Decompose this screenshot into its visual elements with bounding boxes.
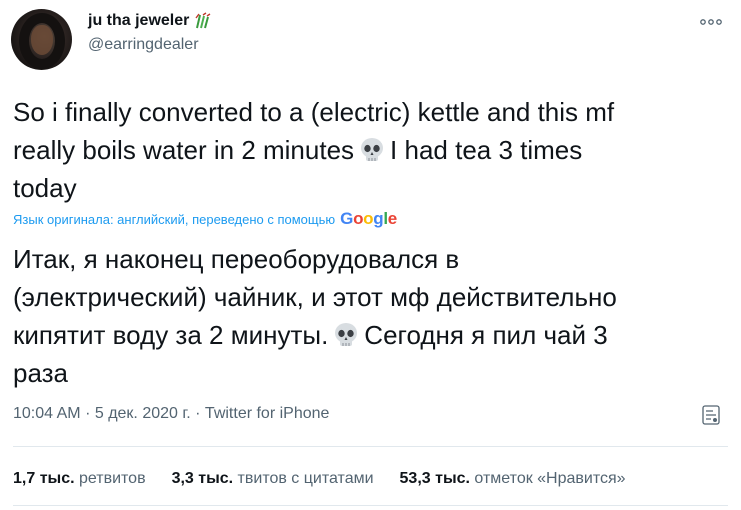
avatar-face-shape	[31, 25, 53, 55]
sparkle-bamboo-emoji-icon	[195, 12, 211, 29]
translated-text-line: Итак, я наконец переоборудовался в	[13, 244, 460, 274]
skull-emoji-icon	[361, 138, 384, 161]
tweet-card: ju tha jeweler @earringdealer So i final…	[0, 0, 741, 510]
likes-label: отметок «Нравится»	[474, 470, 626, 487]
translated-text: Итак, я наконец переоборудовался в (элек…	[13, 240, 728, 392]
analytics-icon[interactable]	[701, 404, 721, 426]
translated-text-line: раза	[13, 358, 69, 388]
divider	[13, 505, 728, 506]
tweet-text-segment: really boils water in 2 minutes	[13, 135, 355, 165]
tweet-source-link[interactable]: Twitter for iPhone	[205, 405, 330, 422]
engagement-stats: 1,7 тыс. ретвитов 3,3 тыс. твитов с цита…	[13, 470, 626, 488]
translated-text-line: (электрический) чайник, и этот мф действ…	[13, 282, 617, 312]
translated-text-segment: Сегодня я пил чай 3	[364, 320, 608, 350]
skull-emoji-icon	[335, 323, 358, 346]
translation-notice: Язык оригинала: английский, переведено с…	[13, 209, 397, 229]
tweet-text: So i finally converted to a (electric) k…	[13, 93, 728, 207]
tweet-text-segment: I had tea 3 times	[390, 135, 583, 165]
quote-tweets-stat[interactable]: 3,3 тыс. твитов с цитатами	[172, 470, 374, 488]
tweet-date[interactable]: 5 дек. 2020 г.	[95, 405, 191, 422]
meta-separator: ·	[195, 405, 201, 422]
tweet-text-line-with-emoji: really boils water in 2 minutes I had te…	[13, 131, 728, 169]
tweet-text-line: today	[13, 173, 77, 203]
quote-tweets-count: 3,3 тыс.	[171, 470, 234, 487]
likes-count: 53,3 тыс.	[399, 470, 470, 487]
author-handle[interactable]: @earringdealer	[88, 36, 199, 54]
author-name-line[interactable]: ju tha jeweler	[88, 12, 211, 30]
tweet-meta: 10:04 AM · 5 дек. 2020 г. · Twitter for …	[13, 405, 329, 423]
quote-tweets-label: твитов с цитатами	[237, 470, 374, 487]
author-display-name[interactable]: ju tha jeweler	[88, 12, 189, 30]
retweets-label: ретвитов	[78, 470, 146, 487]
divider	[13, 446, 728, 447]
avatar[interactable]	[11, 9, 72, 70]
likes-stat[interactable]: 53,3 тыс. отметок «Нравится»	[400, 470, 626, 488]
retweets-stat[interactable]: 1,7 тыс. ретвитов	[13, 470, 146, 488]
meta-separator: ·	[85, 405, 91, 422]
more-horizontal-icon[interactable]	[699, 16, 723, 28]
tweet-text-line: So i finally converted to a (electric) k…	[13, 97, 615, 127]
translated-text-line-with-emoji: кипятит воду за 2 минуты. Сегодня я пил …	[13, 316, 728, 354]
retweets-count: 1,7 тыс.	[13, 470, 75, 487]
tweet-time[interactable]: 10:04 AM	[13, 405, 81, 422]
google-logo: Google	[340, 209, 397, 228]
translated-text-segment: кипятит воду за 2 минуты.	[13, 320, 329, 350]
translation-notice-text: Язык оригинала: английский, переведено с…	[13, 211, 336, 227]
